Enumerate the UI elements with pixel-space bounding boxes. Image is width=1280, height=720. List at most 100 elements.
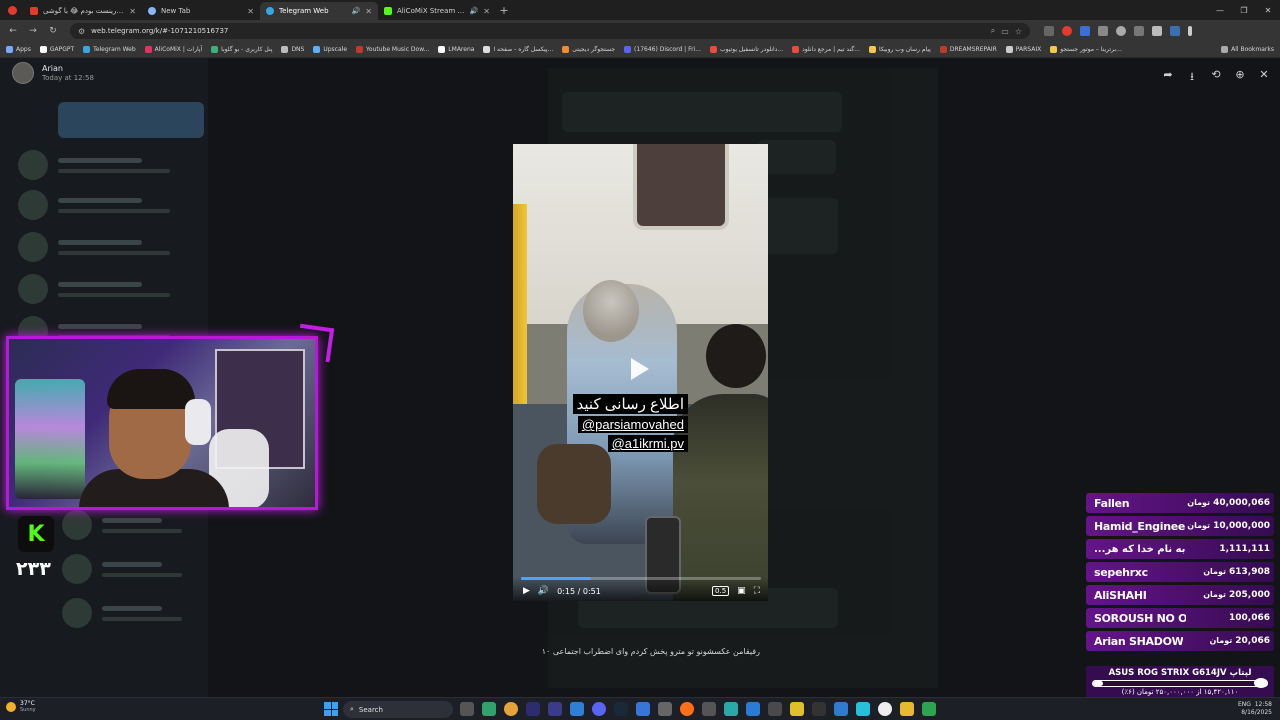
close-window-icon[interactable]: ✕ xyxy=(1256,0,1280,20)
bookmark-item[interactable]: برترینا – موتور جستجو... xyxy=(1050,46,1122,53)
task-view-icon[interactable] xyxy=(460,702,474,716)
bookmark-item[interactable]: دانلودر تانسفیل یوتیوب... xyxy=(709,46,783,53)
new-tab-button[interactable]: + xyxy=(496,2,512,18)
minimize-icon[interactable]: — xyxy=(1208,0,1232,20)
windows-start-icon[interactable] xyxy=(324,702,338,716)
cast-icon[interactable]: ▭ xyxy=(1001,27,1009,36)
speaker-icon[interactable]: 🔊 xyxy=(352,7,361,15)
volume-icon[interactable]: 🔊 xyxy=(538,586,549,596)
close-tab-icon[interactable]: ✕ xyxy=(365,7,372,16)
after-effects-icon[interactable] xyxy=(548,702,562,716)
rotate-icon[interactable]: ⟲ xyxy=(1210,68,1222,87)
taskbar-search[interactable]: ⌕ Search xyxy=(343,701,453,718)
edge-icon[interactable] xyxy=(482,702,496,716)
puzzle-icon[interactable] xyxy=(1134,26,1144,36)
app-icon[interactable] xyxy=(746,702,760,716)
bookmark-item[interactable]: پیکسل گاره - صفحه ا... xyxy=(483,46,553,53)
obs-icon[interactable] xyxy=(812,702,826,716)
pip-icon[interactable]: ▣ xyxy=(737,586,746,596)
app-icon[interactable] xyxy=(636,702,650,716)
extension-icon[interactable] xyxy=(1062,26,1072,36)
video-progress-bar[interactable] xyxy=(521,577,761,580)
chat-list-item[interactable] xyxy=(18,148,198,182)
forward-icon[interactable]: → xyxy=(26,24,40,38)
extension-icon[interactable] xyxy=(1098,26,1108,36)
extension-icon[interactable] xyxy=(1080,26,1090,36)
bookmark-item[interactable]: AliCoMiX | آپارات xyxy=(144,46,202,53)
bookmark-item[interactable]: DREAMSREPAIR xyxy=(939,46,997,53)
close-tab-icon[interactable]: ✕ xyxy=(129,7,136,16)
extension-icon[interactable] xyxy=(1116,26,1126,36)
bookmark-item[interactable]: GAPGPT xyxy=(39,46,74,53)
active-chat-row[interactable] xyxy=(58,102,204,138)
bookmark-item[interactable]: PARSAIX xyxy=(1005,46,1041,53)
app-icon[interactable] xyxy=(724,702,738,716)
search-icon[interactable]: ⌕ xyxy=(991,26,995,36)
bookmark-item[interactable]: (17646) Discord | Fri... xyxy=(624,46,701,53)
chat-list-item[interactable] xyxy=(18,188,198,222)
tab-youtube[interactable]: الگ من تورینست بودم 😂 با گوشی ✕ xyxy=(24,2,142,20)
app-icon[interactable] xyxy=(878,702,892,716)
fullscreen-icon[interactable]: ⛶ xyxy=(754,586,760,596)
app-icon[interactable] xyxy=(856,702,870,716)
file-explorer-icon[interactable] xyxy=(900,702,914,716)
reload-icon[interactable]: ↻ xyxy=(46,24,60,38)
viewer-author[interactable]: Arian Today at 12:58 xyxy=(12,62,94,84)
weather-widget[interactable]: 37°C Sunny xyxy=(6,700,36,713)
system-tray[interactable]: ENG 12:58 8/16/2025 xyxy=(1238,701,1272,717)
back-icon[interactable]: ← xyxy=(6,24,20,38)
bookmark-item[interactable]: Youtube Music Dow... xyxy=(356,46,429,53)
close-icon[interactable]: ✕ xyxy=(1258,68,1270,87)
address-bar[interactable]: ⚙ web.telegram.org/k/#-1071210516737 ⌕ ▭… xyxy=(70,23,1030,39)
bookmark-item[interactable]: All Bookmarks xyxy=(1221,46,1274,53)
bookmark-item[interactable]: LMArena xyxy=(438,46,474,53)
app-icon[interactable] xyxy=(658,702,672,716)
chrome-icon[interactable] xyxy=(504,702,518,716)
profile-icon[interactable] xyxy=(1170,26,1180,36)
play-icon[interactable] xyxy=(631,358,649,380)
telegram-icon[interactable] xyxy=(570,702,584,716)
download-icon[interactable] xyxy=(1152,26,1162,36)
bookmark-favicon-icon xyxy=(144,46,152,53)
chat-list-item[interactable] xyxy=(62,508,202,542)
video-player[interactable]: اطلاع رسانی کنید @parsiamovahed @a1ikrmi… xyxy=(513,144,768,601)
bookmark-item[interactable]: پیام رسان وب روبیکا xyxy=(868,46,931,53)
tab-telegram-web[interactable]: Telegram Web 🔊 ✕ xyxy=(260,2,378,20)
discord-icon[interactable] xyxy=(592,702,606,716)
extension-icon[interactable] xyxy=(1044,26,1054,36)
maximize-icon[interactable]: ❐ xyxy=(1232,0,1256,20)
star-icon[interactable]: ☆ xyxy=(1015,27,1022,36)
chat-list-item[interactable] xyxy=(18,272,198,306)
speed-button[interactable]: 0.5 xyxy=(712,586,730,596)
bookmark-item[interactable]: Telegram Web xyxy=(83,46,136,53)
chat-list-item[interactable] xyxy=(62,552,202,586)
menu-dots-icon[interactable] xyxy=(1188,26,1192,36)
bookmark-item[interactable]: گند تیم | مرجع دانلود... xyxy=(792,46,860,53)
tab-new-tab[interactable]: New Tab ✕ xyxy=(142,2,260,20)
app-icon[interactable] xyxy=(702,702,716,716)
app-icon[interactable] xyxy=(790,702,804,716)
download-icon[interactable]: ⭳ xyxy=(1186,68,1198,87)
app-icon[interactable] xyxy=(834,702,848,716)
speaker-icon[interactable]: 🔊 xyxy=(470,7,479,15)
zoom-icon[interactable]: ⊕ xyxy=(1234,68,1246,87)
bookmark-item[interactable]: پنل کاربری - بو گلوبا xyxy=(211,46,272,53)
close-tab-icon[interactable]: ✕ xyxy=(483,7,490,16)
firefox-icon[interactable] xyxy=(680,702,694,716)
chat-list-item[interactable] xyxy=(62,596,202,630)
chat-list-item[interactable] xyxy=(18,230,198,264)
close-tab-icon[interactable]: ✕ xyxy=(247,7,254,16)
play-button-icon[interactable]: ▶ xyxy=(523,586,530,596)
app-icon[interactable] xyxy=(768,702,782,716)
tab-alicomix-stream[interactable]: AliCoMiX Stream - Watch Live ... 🔊 ✕ xyxy=(378,2,496,20)
share-icon[interactable]: ➦ xyxy=(1162,68,1174,87)
bookmark-item[interactable]: Upscale xyxy=(313,46,347,53)
site-info-icon[interactable]: ⚙ xyxy=(78,27,85,36)
bookmark-item[interactable]: جستجوگر دیجیتی xyxy=(562,46,615,53)
bookmark-item[interactable]: DNS xyxy=(281,46,304,53)
bookmark-item[interactable]: Apps xyxy=(6,46,31,53)
steam-icon[interactable] xyxy=(614,702,628,716)
photoshop-icon[interactable] xyxy=(526,702,540,716)
app-icon[interactable] xyxy=(922,702,936,716)
browser-menu-icon[interactable] xyxy=(0,0,24,20)
